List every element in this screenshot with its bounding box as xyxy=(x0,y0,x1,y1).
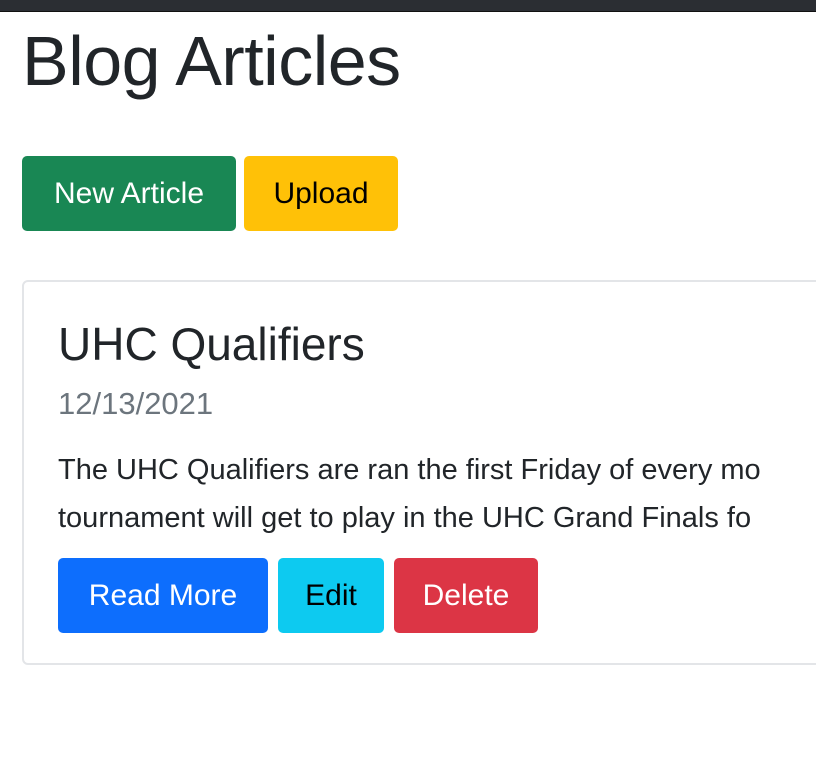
article-date: 12/13/2021 xyxy=(58,386,214,421)
toolbar: New Article Upload xyxy=(22,156,398,231)
new-article-button[interactable]: New Article xyxy=(22,156,236,231)
article-excerpt: The UHC Qualifiers are ran the first Fri… xyxy=(58,446,816,542)
edit-button[interactable]: Edit xyxy=(278,558,384,633)
read-more-button[interactable]: Read More xyxy=(58,558,268,633)
browser-top-bar xyxy=(0,0,816,12)
article-title: UHC Qualifiers xyxy=(58,318,365,370)
article-excerpt-line: tournament will get to play in the UHC G… xyxy=(58,502,752,534)
page-title: Blog Articles xyxy=(22,22,401,100)
delete-button[interactable]: Delete xyxy=(394,558,538,633)
article-actions: Read More Edit Delete xyxy=(58,558,538,633)
upload-button[interactable]: Upload xyxy=(244,156,398,231)
article-excerpt-line: The UHC Qualifiers are ran the first Fri… xyxy=(58,454,761,486)
article-card: UHC Qualifiers 12/13/2021 The UHC Qualif… xyxy=(22,280,816,665)
